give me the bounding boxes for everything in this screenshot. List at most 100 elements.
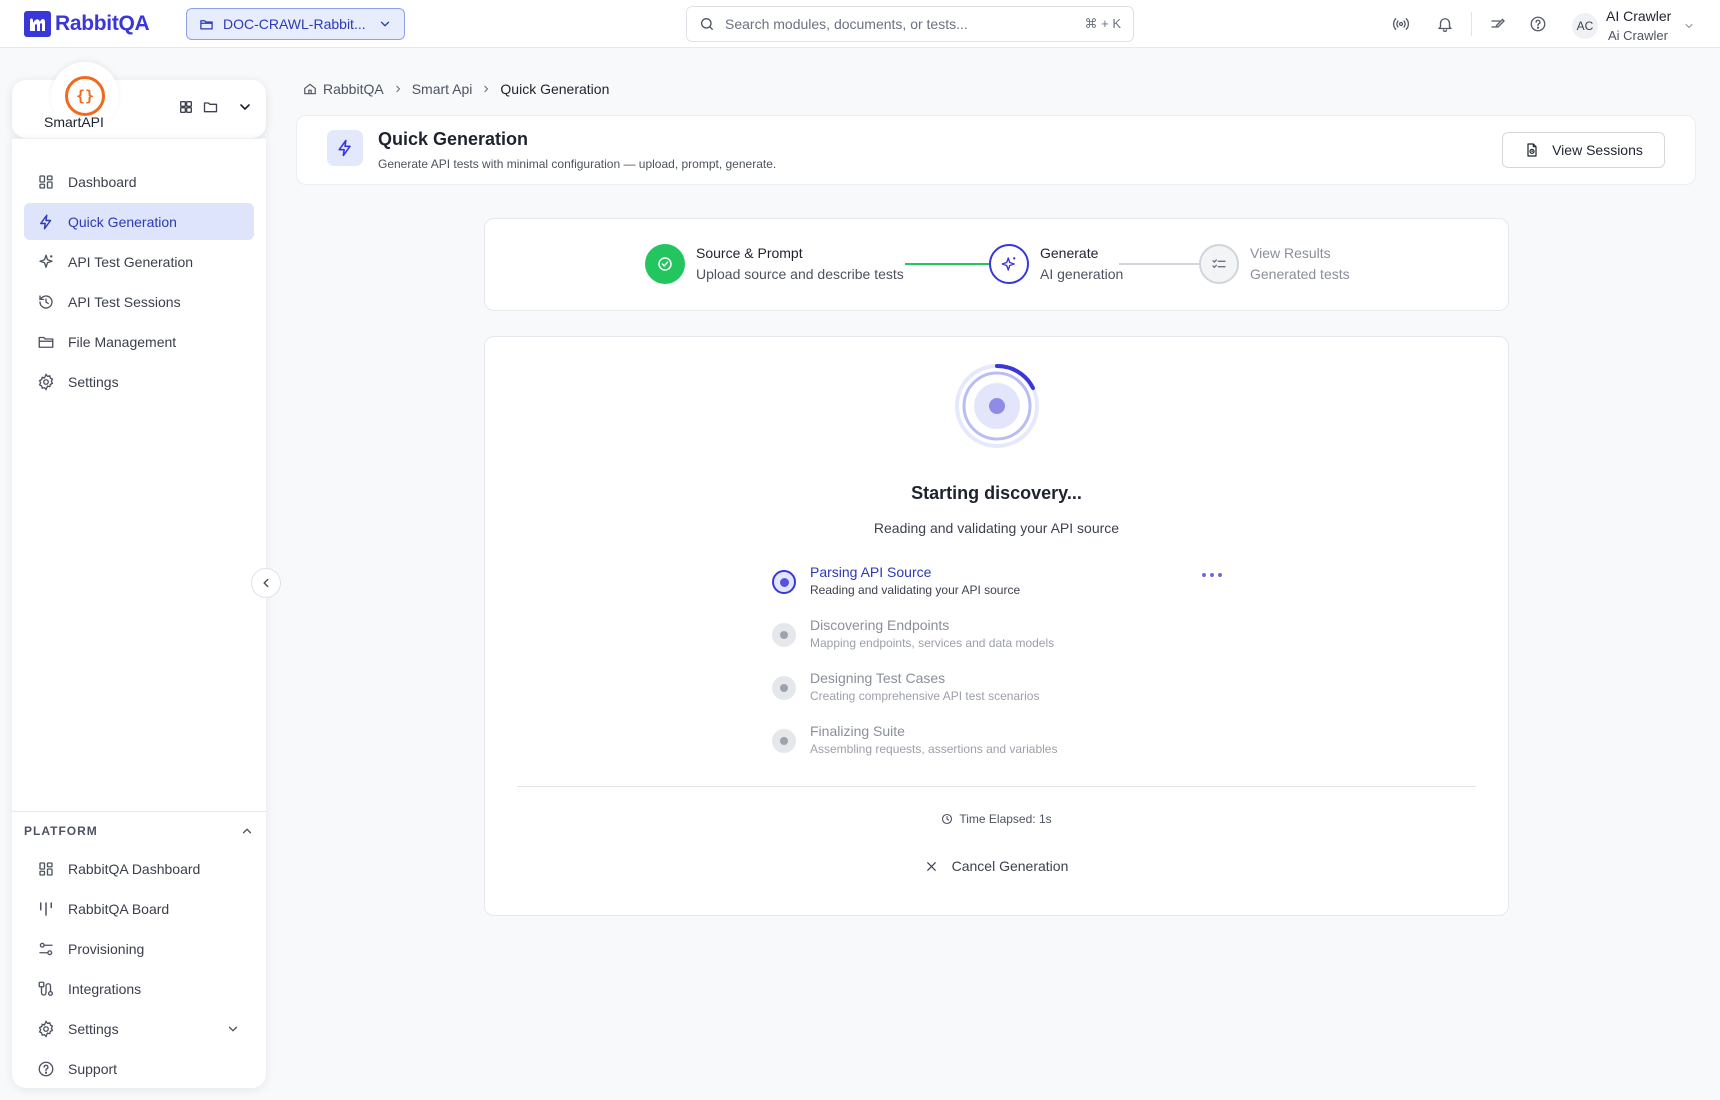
app-logo[interactable]: RabbitQA [24, 11, 150, 37]
phase-title: Discovering Endpoints [810, 617, 950, 633]
gear-icon [36, 1019, 56, 1039]
page-title: Quick Generation [378, 129, 529, 149]
view-sessions-button[interactable]: View Sessions [1502, 132, 1665, 168]
folder-icon [36, 332, 56, 352]
chevron-right-icon [392, 83, 404, 95]
sidebar-item-rabbitqa-dashboard[interactable]: RabbitQA Dashboard [24, 850, 254, 887]
sidebar-item-platform-settings[interactable]: Settings [24, 1010, 254, 1047]
top-bar: RabbitQA DOC-CRAWL-Rabbit... ⌘ + K [0, 0, 1720, 48]
page-subtitle: Generate API tests with minimal configur… [378, 157, 777, 171]
pending-dot-icon [772, 676, 796, 700]
cancel-generation-button[interactable]: Cancel Generation [485, 858, 1508, 874]
history-icon [36, 292, 56, 312]
step-generate: Generate AI generation [989, 243, 1123, 285]
step-subtitle: AI generation [1040, 266, 1124, 282]
sidebar-item-integrations[interactable]: Integrations [24, 970, 254, 1007]
check-circle-icon [645, 244, 685, 284]
sidebar-item-label: RabbitQA Board [68, 900, 170, 917]
sidebar-item-rabbitqa-board[interactable]: RabbitQA Board [24, 890, 254, 927]
platform-section: PLATFORM RabbitQA Dashboard RabbitQA Boa… [12, 811, 266, 1090]
phase-description: Creating comprehensive API test scenario… [810, 689, 1040, 703]
phase-description: Assembling requests, assertions and vari… [810, 742, 1058, 756]
chevron-down-icon [226, 1022, 240, 1036]
help-icon[interactable] [1526, 12, 1550, 36]
help-icon [36, 1059, 56, 1079]
loading-spinner-icon [953, 362, 1041, 450]
user-subtitle: Ai Crawler [1608, 28, 1668, 43]
folder-icon[interactable] [202, 99, 219, 115]
sidebar-item-label: Provisioning [68, 940, 145, 957]
step-connector [1119, 263, 1203, 265]
search-icon [699, 16, 715, 32]
sliders-icon [36, 939, 56, 959]
sidebar-item-label: Settings [68, 1020, 119, 1037]
broadcast-icon[interactable] [1389, 12, 1413, 36]
home-icon [303, 82, 317, 96]
sidebar-item-file-management[interactable]: File Management [24, 323, 254, 360]
chevron-down-icon[interactable] [237, 99, 253, 115]
sidebar-item-dashboard[interactable]: Dashboard [24, 163, 254, 200]
sidebar-item-support[interactable]: Support [24, 1050, 254, 1087]
user-name: AI Crawler [1606, 8, 1672, 24]
breadcrumb-current: Quick Generation [500, 81, 610, 97]
ellipsis-icon [1202, 573, 1222, 577]
collapse-sidebar-button[interactable] [251, 568, 281, 598]
bell-icon[interactable] [1433, 12, 1457, 36]
platform-heading: PLATFORM [24, 824, 98, 838]
sidebar-item-label: RabbitQA Dashboard [68, 860, 201, 877]
global-search[interactable]: ⌘ + K [686, 6, 1134, 42]
breadcrumb-item[interactable]: Smart Api [412, 81, 473, 97]
file-history-icon [1524, 142, 1540, 158]
sparkles-icon [36, 252, 56, 272]
phase-description: Reading and validating your API source [810, 583, 1021, 597]
chevron-left-icon [259, 576, 273, 590]
grid-icon[interactable] [178, 99, 194, 115]
sidebar-item-label: Settings [68, 373, 119, 390]
sidebar-item-api-test-generation[interactable]: API Test Generation [24, 243, 254, 280]
pending-dot-icon [772, 623, 796, 647]
sidebar-item-settings[interactable]: Settings [24, 363, 254, 400]
phase-description: Mapping endpoints, services and data mod… [810, 636, 1055, 650]
platform-toggle[interactable]: PLATFORM [12, 812, 266, 850]
step-subtitle: Upload source and describe tests [696, 266, 904, 282]
generation-status-title: Starting discovery... [911, 483, 1082, 503]
generation-progress-card: Starting discovery... Reading and valida… [484, 336, 1509, 916]
chevron-up-icon [240, 824, 254, 838]
user-menu[interactable]: AC AI Crawler Ai Crawler [1572, 6, 1695, 46]
sidebar-item-quick-generation[interactable]: Quick Generation [24, 203, 254, 240]
chevron-right-icon [480, 83, 492, 95]
step-title: Source & Prompt [696, 245, 803, 261]
avatar: AC [1572, 13, 1598, 39]
board-icon [36, 899, 56, 919]
breadcrumb-item[interactable]: RabbitQA [323, 81, 384, 97]
sidebar-item-label: Quick Generation [68, 213, 177, 230]
search-input[interactable] [725, 16, 1075, 32]
project-selector[interactable]: DOC-CRAWL-Rabbit... [186, 8, 405, 40]
chevron-down-icon [378, 17, 392, 31]
sidebar-item-label: File Management [68, 333, 177, 350]
breadcrumb: RabbitQA Smart Api Quick Generation [303, 81, 609, 97]
cancel-generation-label: Cancel Generation [951, 858, 1069, 874]
step-title: Generate [1040, 245, 1099, 261]
sidebar-item-api-test-sessions[interactable]: API Test Sessions [24, 283, 254, 320]
phase-finalizing-suite: Finalizing Suite Assembling requests, as… [772, 722, 1222, 775]
gear-icon [36, 372, 56, 392]
dashboard-icon [36, 859, 56, 879]
close-icon [925, 860, 938, 873]
folder-icon [199, 17, 214, 32]
module-switcher[interactable]: {} SmartAPI [12, 62, 266, 138]
sidebar: Dashboard Quick Generation API Test Gene… [12, 138, 266, 1088]
generation-status-subtitle: Reading and validating your API source [873, 520, 1120, 536]
phase-designing-test-cases: Designing Test Cases Creating comprehens… [772, 669, 1222, 722]
divider [1471, 12, 1472, 36]
test-tubes-icon[interactable] [1486, 12, 1510, 36]
step-title: View Results [1250, 245, 1331, 261]
generation-stepper: Source & Prompt Upload source and descri… [484, 218, 1509, 311]
pending-dot-icon [772, 729, 796, 753]
active-dot-icon [772, 570, 796, 594]
sidebar-item-label: Integrations [68, 980, 142, 997]
phase-discovering-endpoints: Discovering Endpoints Mapping endpoints,… [772, 616, 1222, 669]
sidebar-item-provisioning[interactable]: Provisioning [24, 930, 254, 967]
phase-title: Finalizing Suite [810, 723, 905, 739]
rabbit-logo-icon [24, 11, 51, 37]
